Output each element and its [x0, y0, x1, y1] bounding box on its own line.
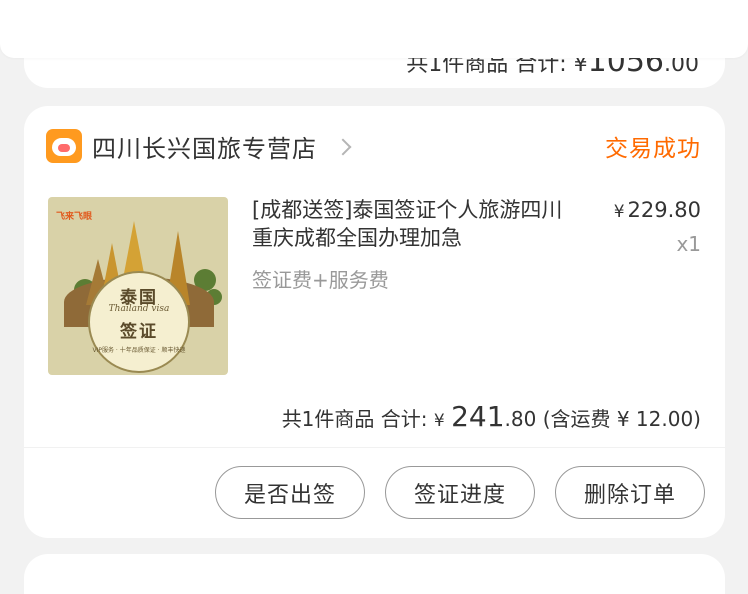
order-status: 交易成功 [605, 136, 701, 162]
badge-line3: 签证 [120, 322, 158, 342]
order-card[interactable]: 四川长兴国旅专营店 交易成功 飞来飞眼 泰国 Thailand visa 签证 … [24, 106, 725, 538]
product-spec: 签证费+服务费 [252, 268, 389, 292]
summary-shipping: (含运费 ¥ 12.00) [542, 407, 701, 431]
badge-line2: Thailand visa [108, 304, 170, 314]
product-price: ¥229.80 [614, 198, 701, 222]
summary-amount-int: 241 [451, 400, 505, 433]
price-value: 229.80 [627, 198, 701, 222]
top-bar [0, 0, 748, 58]
product-title[interactable]: [成都送签]泰国签证个人旅游四川重庆成都全国办理加急 [252, 196, 582, 252]
order-summary: 共1件商品 合计: ¥ 241.80 (含运费 ¥ 12.00) [282, 400, 701, 433]
product-quantity: x1 [676, 232, 701, 256]
summary-symbol: ¥ [433, 411, 445, 431]
price-symbol: ¥ [613, 202, 625, 222]
summary-count: 共1件商品 合计: [281, 407, 428, 431]
summary-amount-dec: .80 [504, 407, 537, 431]
store-logo-icon [46, 129, 82, 163]
delete-order-button[interactable]: 删除订单 [555, 466, 705, 519]
chevron-right-icon [334, 138, 352, 156]
product-thumbnail[interactable]: 飞来飞眼 泰国 Thailand visa 签证 VIP服务 · 十年品质保证 … [48, 197, 228, 375]
thumbnail-brand: 飞来飞眼 [56, 212, 93, 222]
store-header[interactable]: 四川长兴国旅专营店 交易成功 [46, 128, 701, 164]
divider [24, 447, 725, 448]
badge-ring-text: VIP服务 · 十年品质保证 · 顺丰快递 [92, 347, 186, 354]
next-order-card[interactable] [24, 554, 725, 594]
store-name[interactable]: 四川长兴国旅专营店 [92, 129, 317, 164]
visa-progress-button[interactable]: 签证进度 [385, 466, 535, 519]
visa-badge: 泰国 Thailand visa 签证 VIP服务 · 十年品质保证 · 顺丰快… [88, 271, 190, 373]
action-buttons: 是否出签 签证进度 删除订单 [215, 466, 705, 519]
check-visa-issued-button[interactable]: 是否出签 [215, 466, 365, 519]
